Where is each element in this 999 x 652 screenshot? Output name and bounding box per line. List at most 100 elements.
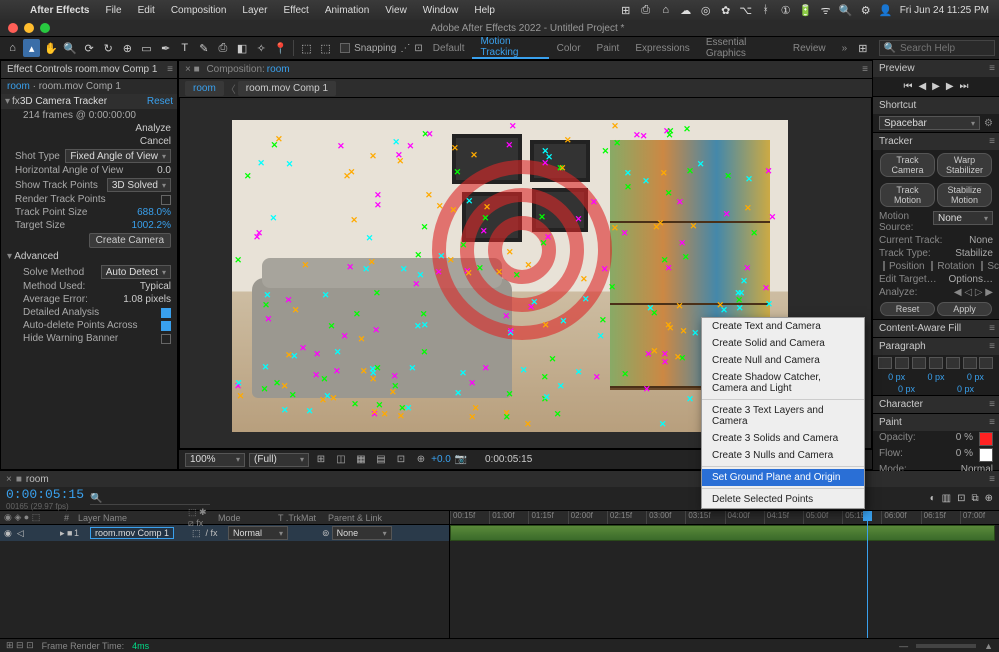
menu-effect[interactable]: Effect xyxy=(275,5,316,16)
viewer-timecode[interactable]: 0:00:05:15 xyxy=(485,454,532,465)
hide-banner-checkbox[interactable] xyxy=(161,334,171,344)
shot-type-dropdown[interactable]: Fixed Angle of View xyxy=(65,149,171,163)
cancel-button[interactable]: Cancel xyxy=(140,136,171,147)
panel-menu-icon[interactable]: ≡ xyxy=(167,64,173,75)
ruler-tick[interactable]: 02:15f xyxy=(607,511,646,524)
indent-value[interactable]: 0 px xyxy=(927,372,944,382)
menu-file[interactable]: File xyxy=(97,5,129,16)
bg-color-swatch[interactable] xyxy=(979,448,993,462)
align-right-icon[interactable] xyxy=(912,357,926,369)
playhead[interactable] xyxy=(867,511,868,638)
justify-left-icon[interactable] xyxy=(929,357,943,369)
breadcrumb-1[interactable]: room xyxy=(185,81,224,96)
clock-icon[interactable]: ① xyxy=(776,4,796,17)
first-frame-icon[interactable]: ⏮ xyxy=(903,81,912,92)
reset-button[interactable]: Reset xyxy=(147,96,173,107)
zoom-tool[interactable]: 🔍 xyxy=(61,39,78,57)
timeline-tab[interactable]: room xyxy=(26,474,49,485)
ctx-item[interactable]: Create 3 Solids and Camera xyxy=(702,430,864,447)
track-motion-button[interactable]: Track Motion xyxy=(880,183,935,207)
selection-tool[interactable]: ▴ xyxy=(23,39,40,57)
analyze-step-fwd-icon[interactable]: ▷ xyxy=(975,287,983,298)
panel-tab-effect-controls[interactable]: Effect Controls room.mov Comp 1 xyxy=(7,64,157,75)
mode-dropdown[interactable]: Normal xyxy=(228,526,288,540)
res-dropdown[interactable]: (Full) xyxy=(249,453,309,467)
preview-panel-header[interactable]: Preview xyxy=(879,63,915,74)
ruler-tick[interactable]: 03:15f xyxy=(685,511,724,524)
workspace-overflow[interactable]: » xyxy=(834,37,856,59)
panel-menu-icon[interactable]: ≡ xyxy=(989,136,995,147)
fx-toggle-icon[interactable]: fx xyxy=(12,96,20,107)
workspace-review[interactable]: Review xyxy=(785,37,834,59)
snap-opt-icon[interactable]: ⊡ xyxy=(414,43,422,54)
tl-btn[interactable]: ⊕ xyxy=(985,493,993,504)
ctx-item[interactable]: Delete Selected Points xyxy=(702,491,864,508)
shortcut-dropdown[interactable]: Spacebar xyxy=(879,116,980,130)
stamp-tool[interactable]: ⎙ xyxy=(214,39,231,57)
tp-size-value[interactable]: 688.0% xyxy=(137,207,171,218)
panel-menu-icon[interactable]: ≡ xyxy=(989,323,995,334)
menu-layer[interactable]: Layer xyxy=(234,5,275,16)
tracker-target[interactable] xyxy=(432,160,612,340)
orbit-tool[interactable]: ⟳ xyxy=(81,39,98,57)
workspace-paint[interactable]: Paint xyxy=(589,37,628,59)
app-menu[interactable]: After Effects xyxy=(22,5,97,16)
eraser-tool[interactable]: ◧ xyxy=(234,39,251,57)
opacity-value[interactable]: 0 % xyxy=(956,432,973,446)
gear-icon[interactable]: ⚙ xyxy=(984,118,993,129)
next-frame-icon[interactable]: ▶ xyxy=(946,81,954,92)
ctx-item[interactable]: Create Null and Camera xyxy=(702,352,864,369)
panel-menu-icon[interactable]: ≡ xyxy=(862,64,868,75)
breadcrumb-comp[interactable]: room xyxy=(7,81,30,92)
target-size-value[interactable]: 1002.2% xyxy=(132,220,171,231)
menu-help[interactable]: Help xyxy=(466,5,503,16)
create-camera-button[interactable]: Create Camera xyxy=(89,233,171,248)
indent-value[interactable]: 0 px xyxy=(888,372,905,382)
ruler-tick[interactable]: 01:15f xyxy=(528,511,567,524)
analyze-fwd-icon[interactable]: ▶ xyxy=(985,287,993,298)
control-center-icon[interactable]: ⚙ xyxy=(856,4,876,17)
status-icon[interactable]: ⌥ xyxy=(736,4,756,17)
menubar-clock[interactable]: Fri Jun 24 11:25 PM xyxy=(896,5,999,16)
flow-value[interactable]: 0 % xyxy=(956,448,973,462)
ruler-tick[interactable]: 07:00f xyxy=(960,511,999,524)
align-center-icon[interactable] xyxy=(895,357,909,369)
status-icon[interactable]: ☁ xyxy=(676,4,696,17)
layer-row[interactable]: ◉ ◁ ▸ ■ 1 room.mov Comp 1 ⬚ / fx Normal … xyxy=(0,525,449,541)
tl-btn[interactable]: ⧉ xyxy=(971,493,978,504)
timeline-close-icon[interactable]: × xyxy=(6,474,12,485)
minimize-window[interactable] xyxy=(24,23,34,33)
brush-tool[interactable]: ✎ xyxy=(195,39,212,57)
justify-center-icon[interactable] xyxy=(946,357,960,369)
options-button[interactable]: Options… xyxy=(949,274,993,285)
play-icon[interactable]: ▶ xyxy=(932,81,940,92)
panel-menu-icon[interactable]: ≡ xyxy=(989,399,995,410)
last-frame-icon[interactable]: ⏭ xyxy=(960,81,969,92)
panel-menu-icon[interactable]: ≡ xyxy=(989,63,995,74)
timeline-track-area[interactable]: 00:15f01:00f01:15f02:00f02:15f03:00f03:1… xyxy=(450,511,999,638)
layer-bar[interactable] xyxy=(450,525,995,541)
search-icon[interactable]: 🔍 xyxy=(836,4,856,17)
detailed-checkbox[interactable] xyxy=(161,308,171,318)
user-icon[interactable]: 👤 xyxy=(876,4,896,17)
motion-source-dropdown[interactable]: None xyxy=(933,211,993,225)
tl-btn[interactable]: ◐ xyxy=(930,493,936,504)
tracker-panel-header[interactable]: Tracker xyxy=(879,136,913,147)
status-icon[interactable]: ◎ xyxy=(696,4,716,17)
workspace-color[interactable]: Color xyxy=(549,37,589,59)
paragraph-panel-header[interactable]: Paragraph xyxy=(879,341,926,352)
track-camera-button[interactable]: Track Camera xyxy=(880,153,935,177)
justify-all-icon[interactable] xyxy=(979,357,993,369)
ruler-tick[interactable]: 01:00f xyxy=(489,511,528,524)
ctx-item[interactable]: Set Ground Plane and Origin xyxy=(702,469,864,486)
ruler-tick[interactable]: 04:00f xyxy=(725,511,764,524)
ctx-item[interactable]: Create 3 Nulls and Camera xyxy=(702,447,864,464)
viewer-btn[interactable]: ▦ xyxy=(353,453,369,467)
zoom-dropdown[interactable]: 100% xyxy=(185,453,245,467)
ctx-item[interactable]: Create Text and Camera xyxy=(702,318,864,335)
menu-composition[interactable]: Composition xyxy=(163,5,235,16)
ruler-tick[interactable]: 05:15f xyxy=(842,511,881,524)
viewer-btn[interactable]: ◫ xyxy=(333,453,349,467)
status-icon[interactable]: ⎙ xyxy=(636,4,656,17)
ruler-tick[interactable]: 00:15f xyxy=(450,511,489,524)
